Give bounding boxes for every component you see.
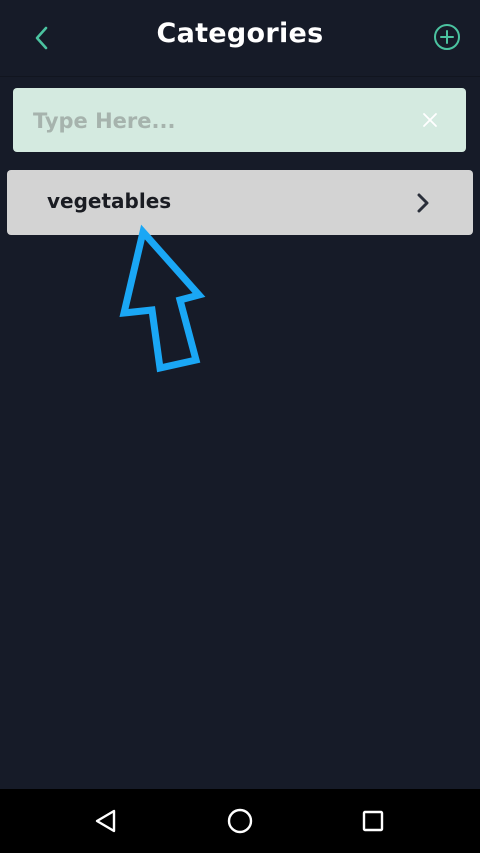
arrow-up-icon bbox=[119, 224, 206, 373]
chevron-right-icon bbox=[413, 191, 433, 215]
circle-home-icon bbox=[227, 808, 253, 834]
system-recents-button[interactable] bbox=[353, 801, 393, 841]
system-nav-bar bbox=[0, 789, 480, 853]
search-input[interactable] bbox=[31, 88, 405, 154]
category-item-vegetables[interactable]: vegetables bbox=[7, 170, 473, 235]
search-box bbox=[13, 88, 466, 154]
triangle-back-icon bbox=[95, 809, 116, 833]
app-bar: Categories bbox=[0, 0, 480, 77]
category-label: vegetables bbox=[47, 189, 172, 213]
screen: Categories vegetables bbox=[0, 0, 480, 853]
plus-circle-icon bbox=[434, 24, 460, 50]
page-title: Categories bbox=[156, 18, 324, 49]
add-category-button[interactable] bbox=[432, 22, 462, 52]
close-icon bbox=[423, 113, 437, 127]
system-home-button[interactable] bbox=[220, 801, 260, 841]
clear-search-button[interactable] bbox=[420, 110, 440, 130]
square-recents-icon bbox=[362, 810, 384, 832]
system-back-button[interactable] bbox=[86, 801, 126, 841]
